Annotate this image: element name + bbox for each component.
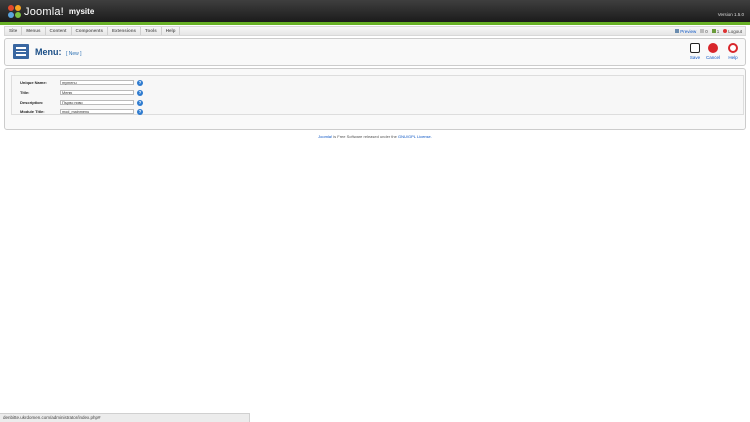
save-icon: [690, 43, 700, 53]
menu-components[interactable]: Components: [72, 27, 109, 35]
save-label: Save: [689, 55, 701, 60]
module-title-help-icon[interactable]: ?: [137, 108, 143, 115]
menu-site[interactable]: Site: [5, 27, 23, 35]
logout-icon: [723, 29, 728, 34]
logout-label: Logout: [728, 28, 742, 34]
title-help-icon[interactable]: ?: [137, 89, 143, 96]
unique-name-label: Unique Name:: [20, 80, 47, 85]
menu-tools[interactable]: Tools: [141, 27, 162, 35]
preview-label: Preview: [680, 28, 697, 34]
module-title-label: Module Title:: [20, 109, 45, 114]
module-title-row: Module Title: mod_mainmenu ?: [20, 108, 143, 115]
title-row: Title: Меню ?: [20, 89, 143, 96]
module-title-input[interactable]: mod_mainmenu: [60, 109, 134, 114]
users-icon: [711, 29, 716, 34]
form-box: Unique Name: mymenu ? Title: Меню ? Desc…: [4, 68, 746, 130]
cancel-icon: [708, 43, 718, 53]
menu-page-icon: [13, 44, 29, 59]
main-menu: Site Menus Content Components Extensions…: [4, 26, 746, 36]
version-label: Version 1.5.0: [717, 12, 744, 17]
header-accent-bar: [0, 22, 750, 25]
menu-menus[interactable]: Menus: [22, 27, 46, 35]
footer-text: is Free Software released under the: [333, 134, 397, 139]
messages-count: 0: [705, 28, 708, 34]
header-bar: Joomla! mysite Version 1.5.0: [0, 0, 750, 22]
site-name: mysite: [68, 7, 95, 16]
title-label: Title:: [20, 90, 30, 95]
preview-icon: [675, 29, 680, 34]
users-count: 1: [716, 28, 720, 34]
toolbar-box: Menu: [ New ] Save Cancel Help: [4, 38, 746, 66]
save-button[interactable]: Save: [687, 43, 703, 60]
cancel-button[interactable]: Cancel: [705, 43, 721, 60]
brand-name: Joomla!: [24, 5, 64, 18]
logout-link[interactable]: Logout: [723, 29, 742, 34]
description-input[interactable]: Първо ниво: [60, 100, 134, 105]
menu-content[interactable]: Content: [46, 27, 72, 35]
page-subtitle: [ New ]: [66, 51, 82, 57]
joomla-link[interactable]: Joomla!: [318, 134, 332, 139]
joomla-logo[interactable]: Joomla! mysite: [8, 4, 94, 19]
help-icon: [728, 43, 738, 53]
help-label: Help: [728, 55, 738, 60]
unique-name-input[interactable]: mymenu: [60, 80, 134, 85]
unique-name-help-icon[interactable]: ?: [137, 79, 143, 86]
page-title-text: Menu:: [35, 47, 62, 57]
menu-details-fieldset: Unique Name: mymenu ? Title: Меню ? Desc…: [11, 75, 744, 115]
preview-link[interactable]: Preview: [675, 29, 696, 34]
messages-icon: [700, 29, 705, 34]
menu-extensions[interactable]: Extensions: [108, 27, 142, 35]
menu-status-area: Preview 0 1 Logout: [675, 27, 742, 35]
browser-status-bar: denbitte.ukrdomen.com/administrator/inde…: [0, 413, 250, 422]
joomla-logo-icon: [8, 4, 22, 19]
menu-help[interactable]: Help: [162, 27, 181, 35]
gpl-license-link[interactable]: GNU/GPL License.: [398, 134, 432, 139]
description-help-icon[interactable]: ?: [137, 99, 143, 106]
title-input[interactable]: Меню: [60, 90, 134, 95]
messages-link[interactable]: 0: [700, 29, 708, 34]
help-button[interactable]: Help: [725, 43, 741, 60]
footer: Joomla! is Free Software released under …: [0, 134, 750, 139]
page-title: Menu: [ New ]: [35, 47, 82, 57]
cancel-label: Cancel: [705, 55, 720, 60]
users-link[interactable]: 1: [711, 28, 720, 34]
description-label: Description:: [20, 100, 44, 105]
unique-name-row: Unique Name: mymenu ?: [20, 79, 143, 86]
description-row: Description: Първо ниво ?: [20, 99, 143, 106]
